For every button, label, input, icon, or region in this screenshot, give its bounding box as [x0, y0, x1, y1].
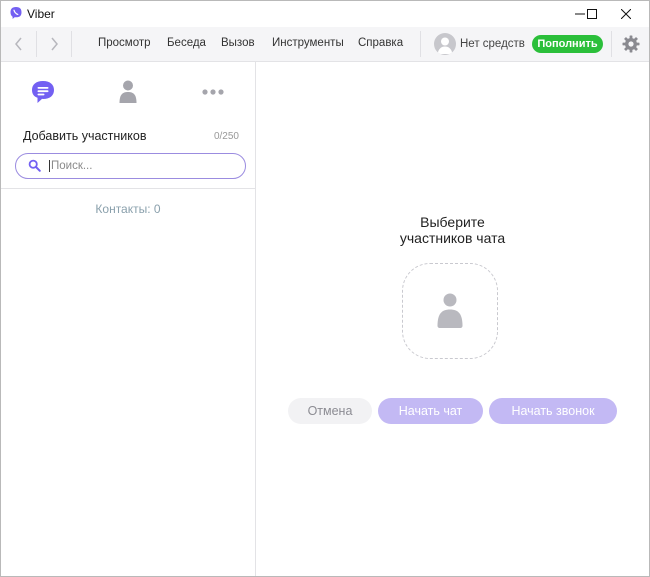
person-icon [119, 80, 137, 103]
menu-divider [420, 31, 421, 57]
chevron-left-icon [15, 37, 22, 51]
menu-divider [611, 31, 612, 57]
app-title: Viber [27, 7, 55, 21]
menu-help[interactable]: Справка [358, 37, 403, 49]
menu-conversation[interactable]: Беседа [167, 37, 206, 49]
balance-text: Нет средств [460, 38, 525, 50]
search-field[interactable] [15, 153, 246, 179]
start-chat-button[interactable]: Начать чат [378, 398, 483, 424]
nav-divider [71, 31, 72, 57]
left-panel: Добавить участников 0/250 Контакты: 0 [1, 62, 256, 576]
menu-call[interactable]: Вызов [221, 37, 255, 49]
contacts-count-label: Контакты: 0 [95, 202, 161, 216]
close-icon [621, 9, 631, 19]
search-icon [28, 159, 41, 172]
heading-line-1: Выберите [420, 214, 485, 230]
nav-divider [36, 31, 37, 57]
participant-placeholder [402, 263, 498, 359]
start-call-button[interactable]: Начать звонок [489, 398, 617, 424]
text-cursor [49, 160, 50, 172]
add-participants-title: Добавить участников [23, 129, 147, 143]
title-bar: Viber [1, 1, 649, 27]
divider [1, 188, 255, 189]
menu-tools[interactable]: Инструменты [272, 37, 344, 49]
menu-bar: Просмотр Беседа Вызов Инструменты Справк… [1, 27, 649, 62]
cancel-button[interactable]: Отмена [288, 398, 372, 424]
more-dots-icon [202, 89, 224, 95]
viber-window: Viber Просмотр Беседа Вызов Инструменты … [0, 0, 650, 577]
participants-count: 0/250 [213, 131, 239, 142]
gear-icon[interactable] [621, 34, 641, 54]
chevron-right-icon [51, 37, 58, 51]
person-icon [437, 37, 453, 54]
close-button[interactable] [603, 1, 649, 27]
topup-button[interactable]: Пополнить [532, 35, 603, 53]
menu-view[interactable]: Просмотр [98, 37, 151, 49]
tab-chats[interactable] [3, 62, 83, 122]
tab-more[interactable] [173, 62, 253, 122]
select-participants-heading: Выберите участников чата [256, 214, 649, 246]
back-button[interactable] [3, 27, 35, 61]
tab-contacts[interactable] [88, 62, 168, 122]
search-input[interactable] [51, 157, 231, 174]
avatar[interactable] [434, 33, 456, 55]
heading-line-2: участников чата [399, 230, 506, 246]
person-icon [437, 293, 463, 328]
viber-logo-icon [10, 7, 22, 19]
chat-bubble-icon [32, 81, 54, 103]
forward-button[interactable] [38, 27, 70, 61]
maximize-icon [587, 9, 597, 19]
